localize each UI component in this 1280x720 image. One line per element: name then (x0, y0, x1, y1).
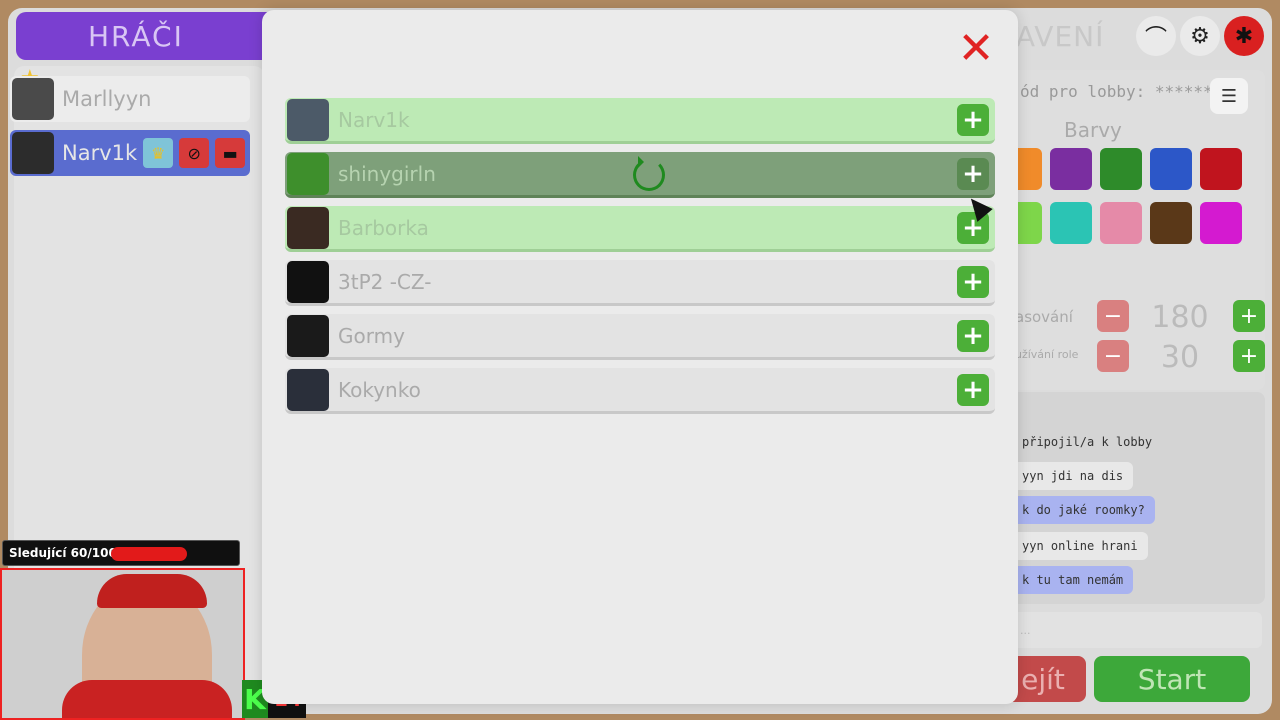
avatar (287, 260, 329, 303)
color-swatch[interactable] (1150, 202, 1192, 244)
settings-header: TAVENÍ (1000, 12, 1130, 60)
bug-icon[interactable]: ✱ (1224, 16, 1264, 56)
copy-code-icon[interactable]: ☰ (1210, 78, 1248, 114)
add-friend-button[interactable]: + (957, 374, 989, 406)
player-row[interactable]: Narv1k ♛ ⊘ ▬ (10, 130, 250, 176)
kick-icon[interactable]: ⊘ (179, 138, 210, 168)
colors-title: Barvy (1064, 118, 1122, 142)
role-label: užívání role (1015, 348, 1079, 361)
friend-row: Gormy + (285, 314, 995, 360)
timer-stepper: asování − 180 + (1015, 300, 1265, 336)
player-row[interactable]: Marllyyn (10, 76, 250, 122)
timer-plus-button[interactable]: + (1233, 300, 1265, 332)
friend-name: Gormy (338, 323, 405, 348)
role-stepper: užívání role − 30 + (1015, 340, 1265, 376)
friend-name: Barborka (338, 215, 429, 240)
chat-message: k tu tam nemám (1012, 566, 1134, 594)
player-name: Narv1k (62, 141, 138, 165)
chat-message: připojil/a k lobby (1022, 435, 1153, 449)
chat-message: k do jaké roomky? (1012, 496, 1155, 524)
color-swatch[interactable] (1200, 202, 1242, 244)
friend-row: 3tP2 -CZ- + (285, 260, 995, 306)
chat-message: yyn jdi na dis (1012, 462, 1134, 490)
color-swatch[interactable] (1100, 202, 1142, 244)
friend-row: Kokynko + (285, 368, 995, 414)
friend-name: shinygirln (338, 161, 436, 186)
add-friend-button[interactable]: + (957, 158, 989, 190)
friend-row: Narv1k + (285, 98, 995, 144)
timer-value: 180 (1151, 300, 1209, 335)
players-title: HRÁČI (88, 19, 184, 53)
timer-minus-button[interactable]: − (1097, 300, 1129, 332)
webcam-feed (0, 568, 245, 720)
followers-label: Sledující 60/100 (9, 546, 117, 560)
gear-icon[interactable]: ⚙ (1180, 16, 1220, 56)
chat-input[interactable]: ... (1012, 612, 1262, 648)
color-swatch[interactable] (1150, 148, 1192, 190)
ban-icon[interactable]: ▬ (215, 138, 246, 168)
chat-message: yyn online hrani (1012, 532, 1148, 560)
avatar (287, 152, 329, 195)
role-plus-button[interactable]: + (1233, 340, 1265, 372)
avatar (287, 206, 329, 249)
avatar (287, 314, 329, 357)
friend-row: shinygirln + (285, 152, 995, 198)
lobby-code: ód pro lobby: ****** (1020, 82, 1213, 101)
player-name: Marllyyn (62, 87, 152, 111)
players-header: HRÁČI (16, 12, 276, 60)
friend-name: Kokynko (338, 377, 421, 402)
add-friend-button[interactable]: + (957, 320, 989, 352)
crown-icon[interactable]: ♛ (143, 138, 174, 168)
avatar (287, 98, 329, 141)
close-icon[interactable]: ✕ (952, 23, 1000, 74)
avatar (287, 368, 329, 411)
add-friend-button[interactable]: + (957, 266, 989, 298)
streamer-shirt (62, 680, 232, 718)
friend-row: Barborka + (285, 206, 995, 252)
color-swatch[interactable] (1050, 202, 1092, 244)
color-swatch[interactable] (1050, 148, 1092, 190)
role-minus-button[interactable]: − (1097, 340, 1129, 372)
friend-name: Narv1k (338, 107, 410, 132)
streamer-cap (97, 574, 207, 608)
add-friend-button[interactable]: + (957, 104, 989, 136)
avatar (12, 78, 54, 120)
start-button[interactable]: Start (1094, 656, 1250, 702)
followers-bar: Sledující 60/100 (2, 540, 240, 566)
avatar (12, 132, 54, 174)
hanger-icon[interactable]: ⌒ (1136, 16, 1176, 56)
friend-name: 3tP2 -CZ- (338, 269, 432, 294)
color-swatch[interactable] (1100, 148, 1142, 190)
timer-label: asování (1015, 308, 1073, 326)
followers-progress (111, 547, 187, 561)
role-value: 30 (1160, 340, 1200, 375)
color-swatch[interactable] (1200, 148, 1242, 190)
refresh-icon (633, 156, 665, 191)
